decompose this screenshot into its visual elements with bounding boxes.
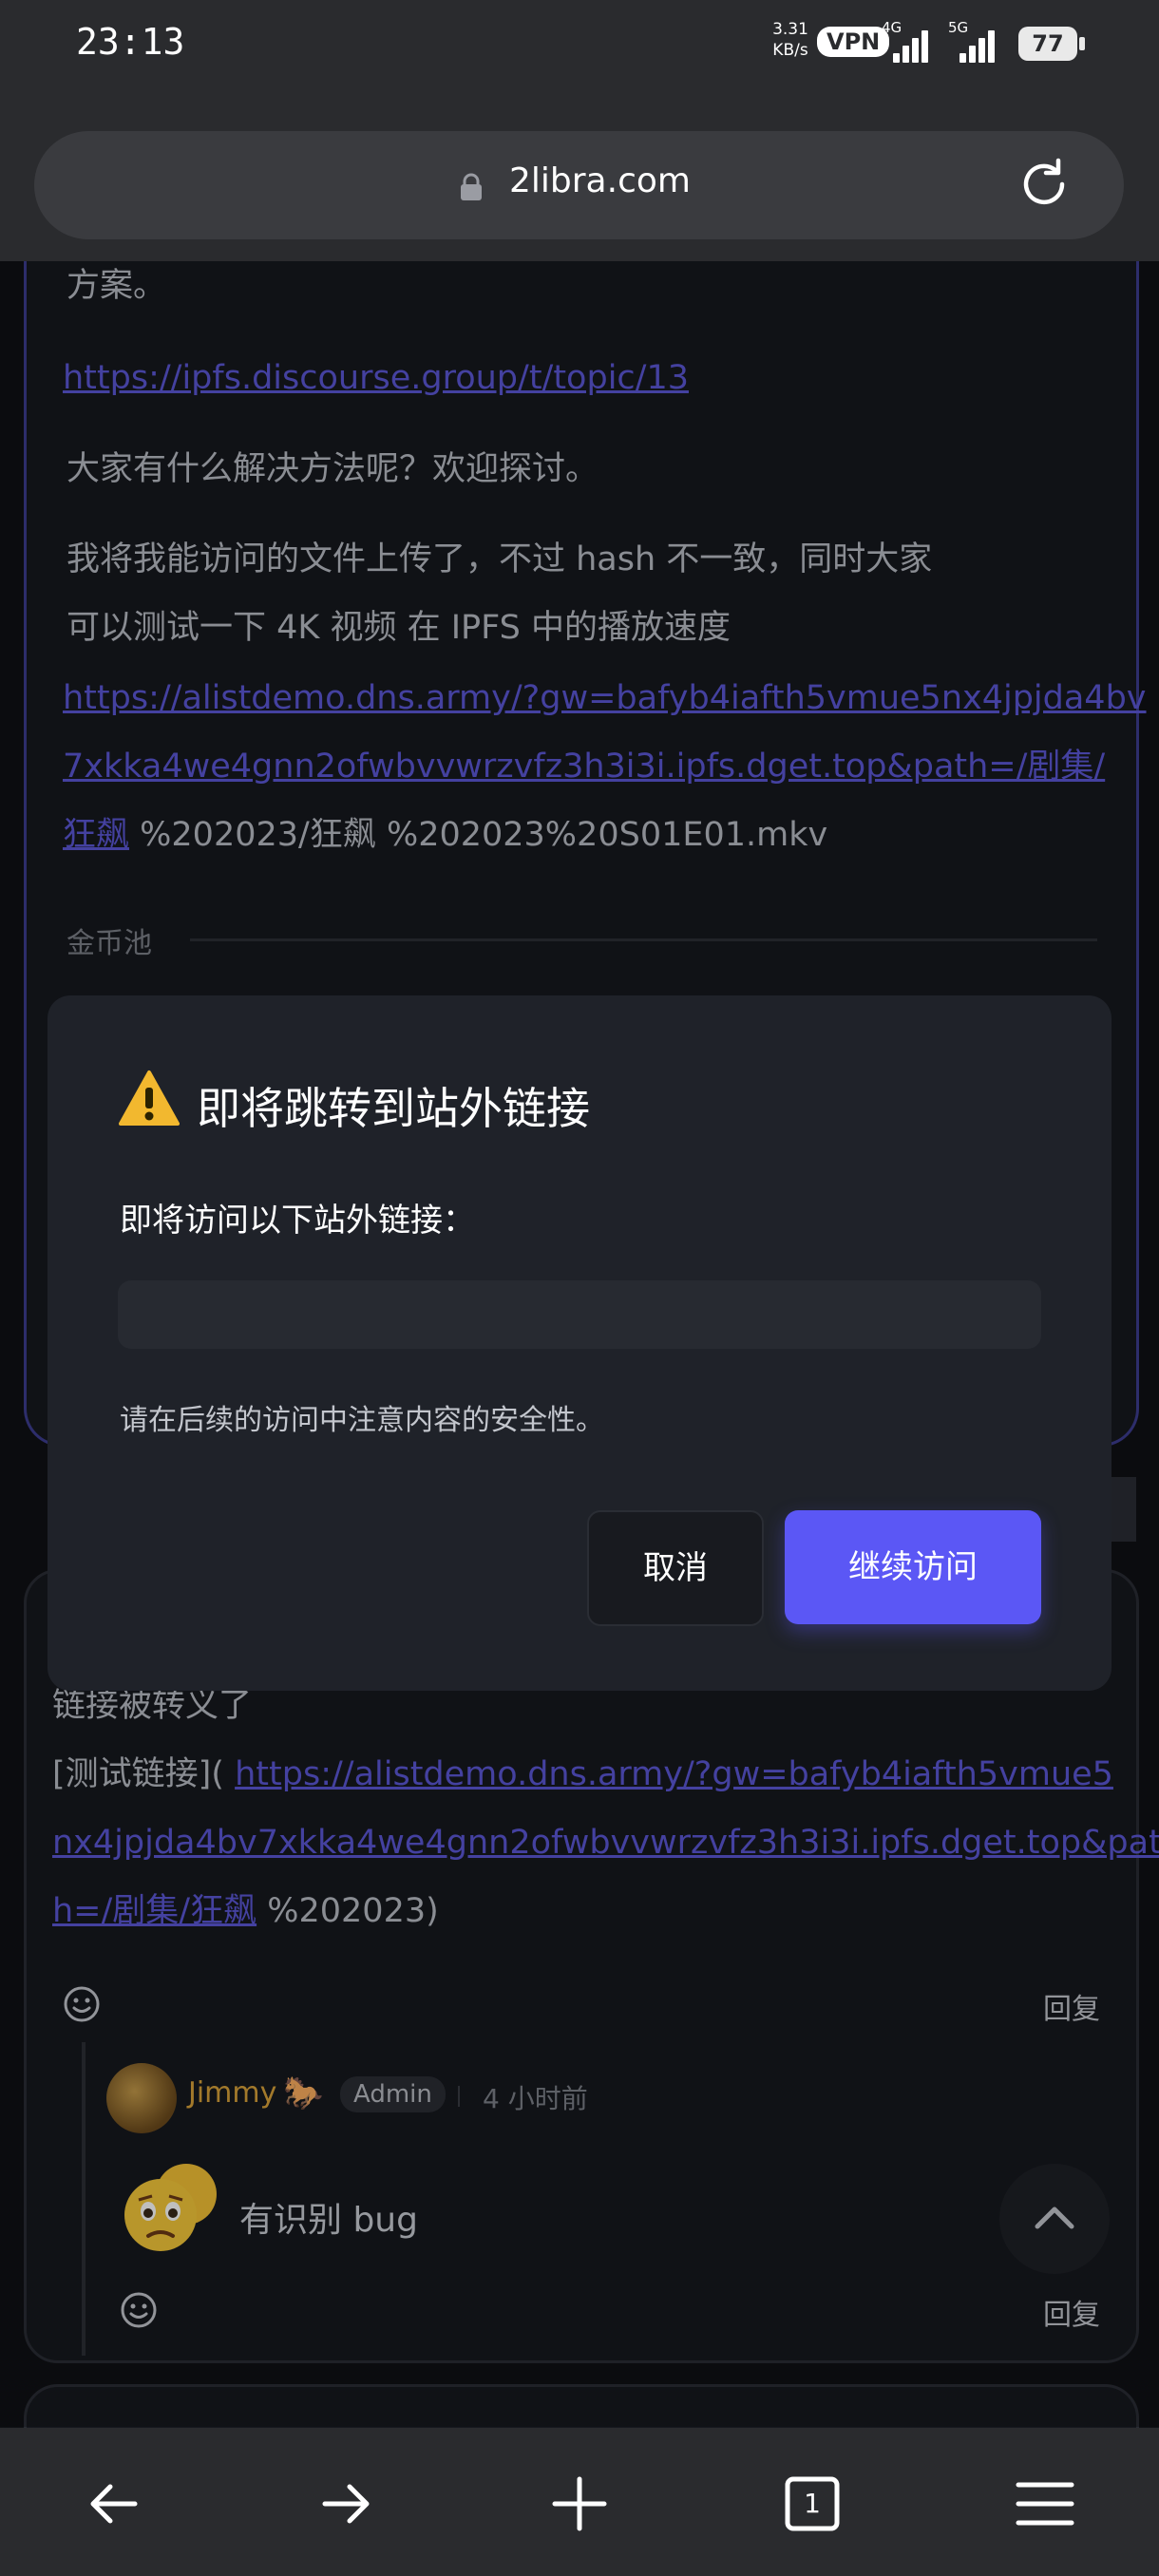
network-speed: 3.31 KB/s	[771, 19, 809, 61]
menu-icon[interactable]	[1007, 2466, 1083, 2542]
warning-icon	[119, 1070, 180, 1126]
battery-level: 77	[1018, 27, 1077, 61]
battery-tip	[1079, 37, 1085, 50]
dialog-title-text: 即将跳转到站外链接	[197, 1083, 590, 1134]
plus-icon[interactable]	[542, 2466, 618, 2542]
dialog-safety-note: 请在后续的访问中注意内容的安全性。	[120, 1404, 604, 1437]
url-text[interactable]: 2libra.com	[509, 161, 691, 200]
sim1-label: 4G	[882, 19, 902, 36]
lock-icon	[461, 173, 482, 200]
network-speed-unit: KB/s	[772, 41, 808, 60]
forward-arrow-icon[interactable]	[308, 2466, 384, 2542]
external-url-field	[118, 1280, 1041, 1349]
network-speed-value: 3.31	[772, 20, 808, 39]
tab-count: 1	[804, 2488, 821, 2519]
sim2-label: 5G	[948, 19, 969, 36]
continue-button[interactable]: 继续访问	[785, 1510, 1041, 1624]
back-arrow-icon[interactable]	[76, 2466, 152, 2542]
tabs-button[interactable]: 1	[774, 2466, 850, 2542]
reload-icon[interactable]	[1015, 155, 1074, 214]
signal-icon: 4G	[882, 19, 937, 63]
dialog-subtitle: 即将访问以下站外链接：	[120, 1202, 475, 1240]
vpn-badge: VPN	[817, 27, 890, 57]
cancel-button[interactable]: 取消	[587, 1510, 764, 1626]
status-time: 23:13	[76, 21, 185, 63]
signal-icon: 5G	[948, 19, 1003, 63]
